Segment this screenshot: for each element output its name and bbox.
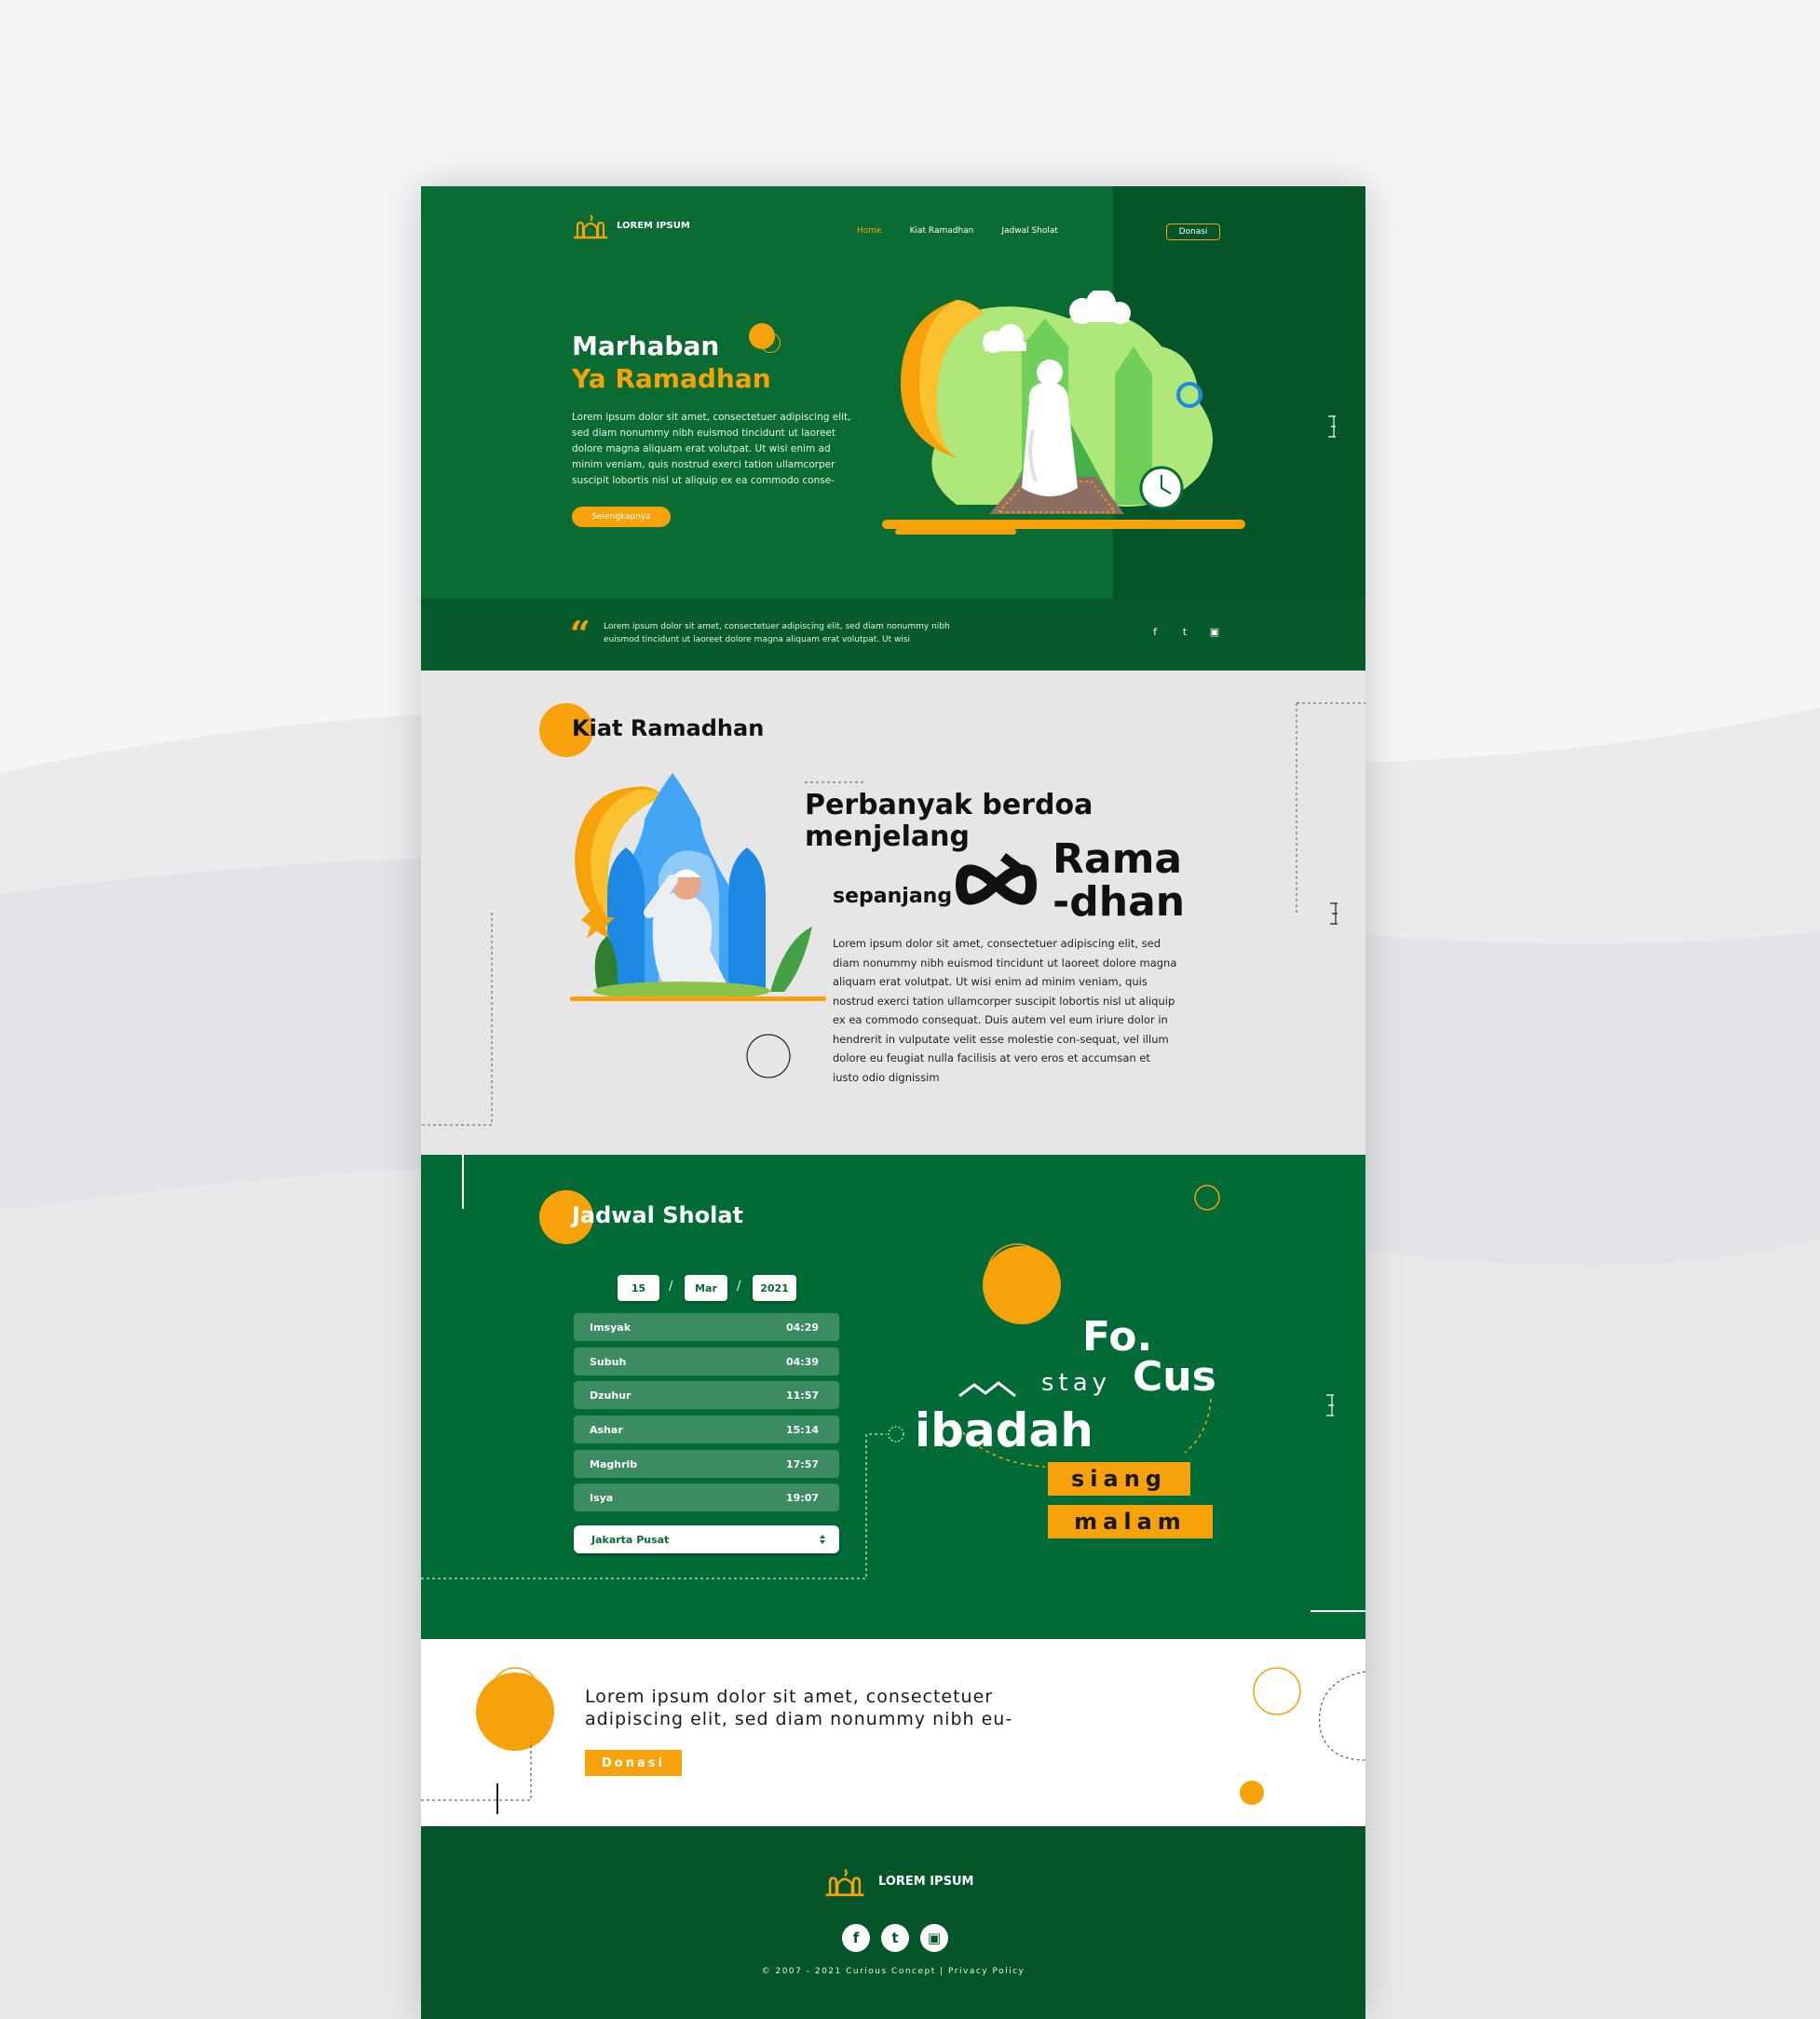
focus-word-stay: stay bbox=[1041, 1369, 1112, 1397]
ampersand-icon bbox=[955, 853, 1038, 905]
donasi-section: Lorem ipsum dolor sit amet, consectetuer… bbox=[421, 1639, 1365, 1826]
prayer-row-maghrib: Maghrib 17:57 bbox=[574, 1450, 839, 1478]
kiat-sepanjang: sepanjang bbox=[833, 885, 953, 908]
kiat-ramadhan-section: Kiat Ramadhan Perbanyak berdoa menjelang… bbox=[421, 671, 1365, 1155]
selengkapnya-button[interactable]: Selengkapnya bbox=[572, 507, 671, 527]
hero-title-line2: Ya Ramadhan bbox=[572, 363, 771, 394]
date-month-field[interactable]: Mar bbox=[685, 1275, 727, 1301]
prayer-time: 04:39 bbox=[785, 1355, 819, 1368]
praying-man-illustration bbox=[882, 291, 1245, 535]
date-separator: / bbox=[737, 1280, 741, 1294]
prayer-time: 11:57 bbox=[785, 1389, 819, 1402]
jadwal-title: Jadwal Sholat bbox=[572, 1202, 744, 1228]
prayer-row-imsyak: Imsyak 04:29 bbox=[574, 1313, 839, 1341]
prayer-time: 15:14 bbox=[785, 1423, 819, 1436]
prayer-time: 17:57 bbox=[785, 1457, 819, 1470]
instagram-icon[interactable]: ▣ bbox=[1209, 626, 1220, 638]
focus-word-ibadah: ibadah bbox=[915, 1403, 1093, 1457]
nav-home[interactable]: Home bbox=[857, 226, 882, 236]
hero-section: LOREM IPSUM Home Kiat Ramadhan Jadwal Sh… bbox=[421, 186, 1365, 671]
hero-title-line1: Marhaban bbox=[572, 331, 720, 361]
kiat-description: Lorem ipsum dolor sit amet, consectetuer… bbox=[833, 937, 1177, 1084]
select-arrows-icon bbox=[820, 1535, 825, 1544]
donasi-decor bbox=[421, 1667, 1365, 1814]
prayer-row-ashar: Ashar 15:14 bbox=[574, 1416, 839, 1443]
date-day-field[interactable]: 15 bbox=[618, 1275, 659, 1301]
instagram-icon[interactable]: ▣ bbox=[920, 1924, 948, 1952]
mosque-icon bbox=[574, 214, 607, 239]
focus-word-cus: Cus bbox=[1133, 1353, 1216, 1401]
side-indicator-icon bbox=[1328, 415, 1336, 438]
kiat-rama-line2: -dhan bbox=[1053, 878, 1186, 926]
donasi-text: Lorem ipsum dolor sit amet, consectetuer… bbox=[585, 1687, 1013, 1729]
nav-kiat-ramadhan[interactable]: Kiat Ramadhan bbox=[910, 226, 974, 236]
kiat-headline-line2: menjelang bbox=[805, 820, 970, 853]
main-nav: Home Kiat Ramadhan Jadwal Sholat bbox=[857, 226, 1058, 236]
tag-malam: malam bbox=[1048, 1505, 1213, 1538]
mosque-icon bbox=[825, 1868, 864, 1897]
twitter-icon[interactable]: t bbox=[881, 1924, 909, 1952]
date-year-field[interactable]: 2021 bbox=[753, 1275, 796, 1301]
quote-icon: “ bbox=[570, 613, 591, 655]
landing-page: LOREM IPSUM Home Kiat Ramadhan Jadwal Sh… bbox=[421, 186, 1365, 2019]
tag-siang: siang bbox=[1048, 1462, 1190, 1496]
prayer-row-isya: Isya 19:07 bbox=[574, 1484, 839, 1511]
kiat-ramadhan-word: Rama -dhan bbox=[1053, 838, 1185, 924]
prayer-name: Subuh bbox=[590, 1355, 627, 1368]
date-separator: / bbox=[669, 1280, 673, 1294]
footer-brand-name: LOREM IPSUM bbox=[878, 1874, 974, 1889]
footer: LOREM IPSUM f t ▣ © 2007 - 2021 Curious … bbox=[421, 1826, 1365, 2019]
facebook-icon[interactable]: f bbox=[842, 1924, 870, 1952]
footer-logo[interactable]: LOREM IPSUM bbox=[819, 1865, 973, 1897]
praying-mosque-illustration bbox=[570, 773, 826, 1001]
footer-social-links: f t ▣ bbox=[842, 1924, 948, 1952]
facebook-icon[interactable]: f bbox=[1149, 626, 1161, 638]
twitter-icon[interactable]: t bbox=[1179, 626, 1190, 638]
social-links-header: f t ▣ bbox=[1149, 626, 1220, 638]
prayer-name: Dzuhur bbox=[590, 1389, 632, 1402]
city-select-value: Jakarta Pusat bbox=[591, 1533, 670, 1546]
nav-jadwal-sholat[interactable]: Jadwal Sholat bbox=[1001, 226, 1058, 236]
prayer-name: Isya bbox=[590, 1491, 614, 1504]
hero-quote: Lorem ipsum dolor sit amet, consectetuer… bbox=[604, 622, 950, 644]
jadwal-sholat-section: Jadwal Sholat 15 / Mar / 2021 Imsyak 04:… bbox=[421, 1155, 1365, 1639]
brand-logo[interactable]: LOREM IPSUM bbox=[572, 211, 690, 239]
kiat-headline-line1: Perbanyak berdoa bbox=[805, 789, 1093, 821]
prayer-row-dzuhur: Dzuhur 11:57 bbox=[574, 1381, 839, 1409]
prayer-row-subuh: Subuh 04:39 bbox=[574, 1348, 839, 1375]
hero-description: Lorem ipsum dolor sit amet, consectetuer… bbox=[572, 412, 851, 486]
city-select[interactable]: Jakarta Pusat bbox=[574, 1525, 839, 1553]
prayer-time: 19:07 bbox=[785, 1491, 819, 1504]
prayer-name: Ashar bbox=[590, 1423, 623, 1436]
kiat-rama-line1: Rama bbox=[1053, 835, 1183, 883]
prayer-name: Imsyak bbox=[590, 1321, 632, 1334]
brand-name: LOREM IPSUM bbox=[617, 220, 690, 231]
copyright-text: © 2007 - 2021 Curious Concept | Privacy … bbox=[761, 1967, 1025, 1976]
donasi-nav-button[interactable]: Donasi bbox=[1166, 224, 1220, 240]
decor-ring bbox=[760, 332, 781, 353]
prayer-time: 04:29 bbox=[785, 1321, 819, 1334]
kiat-headline: Perbanyak berdoa menjelang bbox=[805, 790, 1093, 853]
prayer-name: Maghrib bbox=[590, 1457, 638, 1470]
donasi-button[interactable]: Donasi bbox=[585, 1750, 682, 1776]
